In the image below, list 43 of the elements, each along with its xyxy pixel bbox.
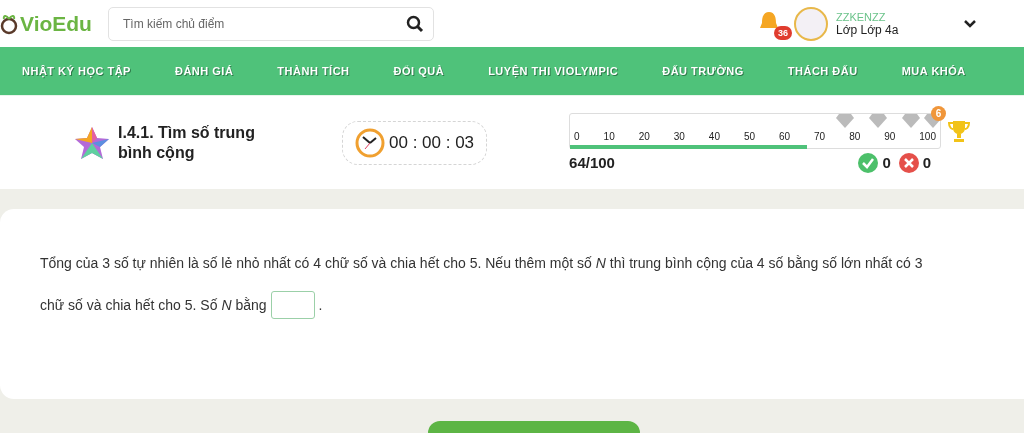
tick-label: 90: [884, 130, 896, 142]
question-text: chữ số và chia hết cho 5. Số N bằng: [40, 297, 267, 313]
score: 64/100: [569, 154, 615, 171]
tick-label: 20: [638, 130, 650, 142]
notification-badge: 36: [774, 25, 792, 40]
tick-label: 30: [673, 130, 685, 142]
tick-label: 40: [708, 130, 720, 142]
user-name: ZZKENZZ: [836, 10, 887, 23]
tick-label: 0: [574, 130, 580, 142]
nav-link[interactable]: ĐẤU TRƯỜNG: [662, 65, 744, 77]
diamond-icon: [868, 113, 887, 128]
lesson-title: I.4.1. Tìm số trung bình cộng: [118, 122, 256, 163]
tick-label: 70: [814, 130, 826, 142]
tick-label: 50: [743, 130, 756, 142]
nav-link[interactable]: THÀNH TÍCH: [277, 65, 350, 77]
logo-icon: [0, 12, 18, 35]
nav-link[interactable]: ĐỔI QUÀ: [393, 65, 445, 77]
nav-link[interactable]: THÁCH ĐẤU: [787, 65, 858, 77]
cross-icon: [898, 152, 919, 173]
nav-link[interactable]: LUYỆN THI VIOLYMPIC: [488, 65, 619, 77]
tick-label: 80: [849, 130, 861, 142]
search-icon[interactable]: [406, 14, 424, 33]
chevron-down-icon[interactable]: [964, 19, 976, 28]
diamond-icon: [902, 113, 921, 128]
tick-label: 10: [603, 130, 615, 142]
logo-text[interactable]: VioEdu: [20, 11, 92, 36]
tick-label: 60: [779, 130, 791, 142]
nav-link[interactable]: NHẬT KÝ HỌC TẬP: [22, 65, 131, 77]
timer: 00 : 00 : 03: [342, 120, 488, 165]
clock-icon: [355, 127, 385, 158]
wrong-count: 0: [922, 154, 932, 171]
check-icon: [858, 152, 879, 173]
diamond-icon: [835, 113, 854, 128]
nav-link[interactable]: ĐÁNH GIÁ: [174, 65, 234, 77]
tick-label: 100: [919, 130, 936, 142]
question-text: Tổng của 3 số tự nhiên là số lẻ nhỏ nhất có 4 chữ số và chia hết cho 5. Nếu thêm một số N thì trung bình cộng của 4 số bằng số lớn nhất có 3: [40, 255, 923, 271]
trophy-icon: [947, 118, 972, 143]
gem-count-badge: 6: [931, 105, 947, 121]
correct-count: 0: [882, 154, 891, 171]
search-field[interactable]: Tìm kiếm chủ điểm: [108, 6, 434, 41]
nav-link[interactable]: MUA KHÓA: [901, 65, 966, 77]
user-class: Lớp Lớp 4a: [836, 22, 900, 37]
question-period: .: [318, 297, 323, 313]
